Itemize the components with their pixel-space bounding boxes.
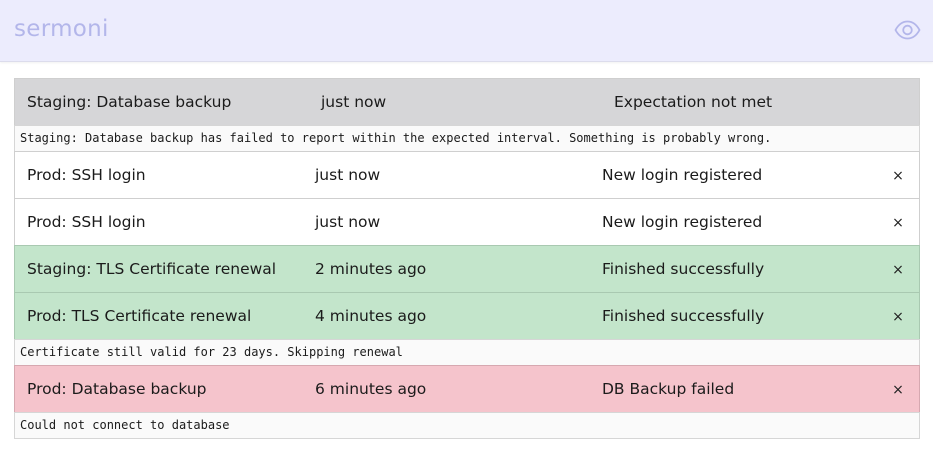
app-title: sermoni [14, 16, 109, 42]
event-status: DB Backup failed [602, 380, 735, 398]
event-row[interactable]: Staging: TLS Certificate renewal 2 minut… [14, 245, 920, 293]
event-service: Prod: SSH login [27, 213, 146, 231]
event-time: just now [315, 213, 381, 231]
event-status: Finished successfully [602, 260, 765, 278]
event-row[interactable]: Prod: TLS Certificate renewal 4 minutes … [14, 292, 920, 340]
app-header: sermoni [0, 0, 933, 62]
eye-icon[interactable] [894, 19, 921, 41]
event-detail: Staging: Database backup has failed to r… [14, 125, 920, 152]
event-time: just now [321, 93, 387, 111]
dismiss-icon[interactable]: × [891, 214, 905, 232]
event-time: 6 minutes ago [315, 380, 427, 398]
event-row[interactable]: Prod: SSH login just now New login regis… [14, 151, 920, 199]
event-service: Prod: SSH login [27, 166, 146, 184]
event-list: Staging: Database backup just now Expect… [14, 78, 920, 439]
event-status: Finished successfully [602, 307, 765, 325]
event-row[interactable]: Prod: SSH login just now New login regis… [14, 198, 920, 246]
event-service: Staging: Database backup [27, 93, 232, 111]
event-row[interactable]: Staging: Database backup just now Expect… [14, 78, 920, 126]
dismiss-icon[interactable]: × [891, 261, 905, 279]
event-status: New login registered [602, 166, 763, 184]
event-time: 4 minutes ago [315, 307, 427, 325]
event-service: Staging: TLS Certificate renewal [27, 260, 277, 278]
dismiss-icon[interactable]: × [891, 308, 905, 326]
event-time: just now [315, 166, 381, 184]
event-service: Prod: TLS Certificate renewal [27, 307, 252, 325]
dismiss-icon[interactable]: × [891, 167, 905, 185]
dismiss-icon[interactable]: × [891, 381, 905, 399]
event-row[interactable]: Prod: Database backup 6 minutes ago DB B… [14, 365, 920, 413]
event-status: New login registered [602, 213, 763, 231]
event-time: 2 minutes ago [315, 260, 427, 278]
event-status: Expectation not met [614, 93, 773, 111]
event-detail: Could not connect to database [14, 412, 920, 439]
event-detail: Certificate still valid for 23 days. Ski… [14, 339, 920, 366]
event-service: Prod: Database backup [27, 380, 207, 398]
